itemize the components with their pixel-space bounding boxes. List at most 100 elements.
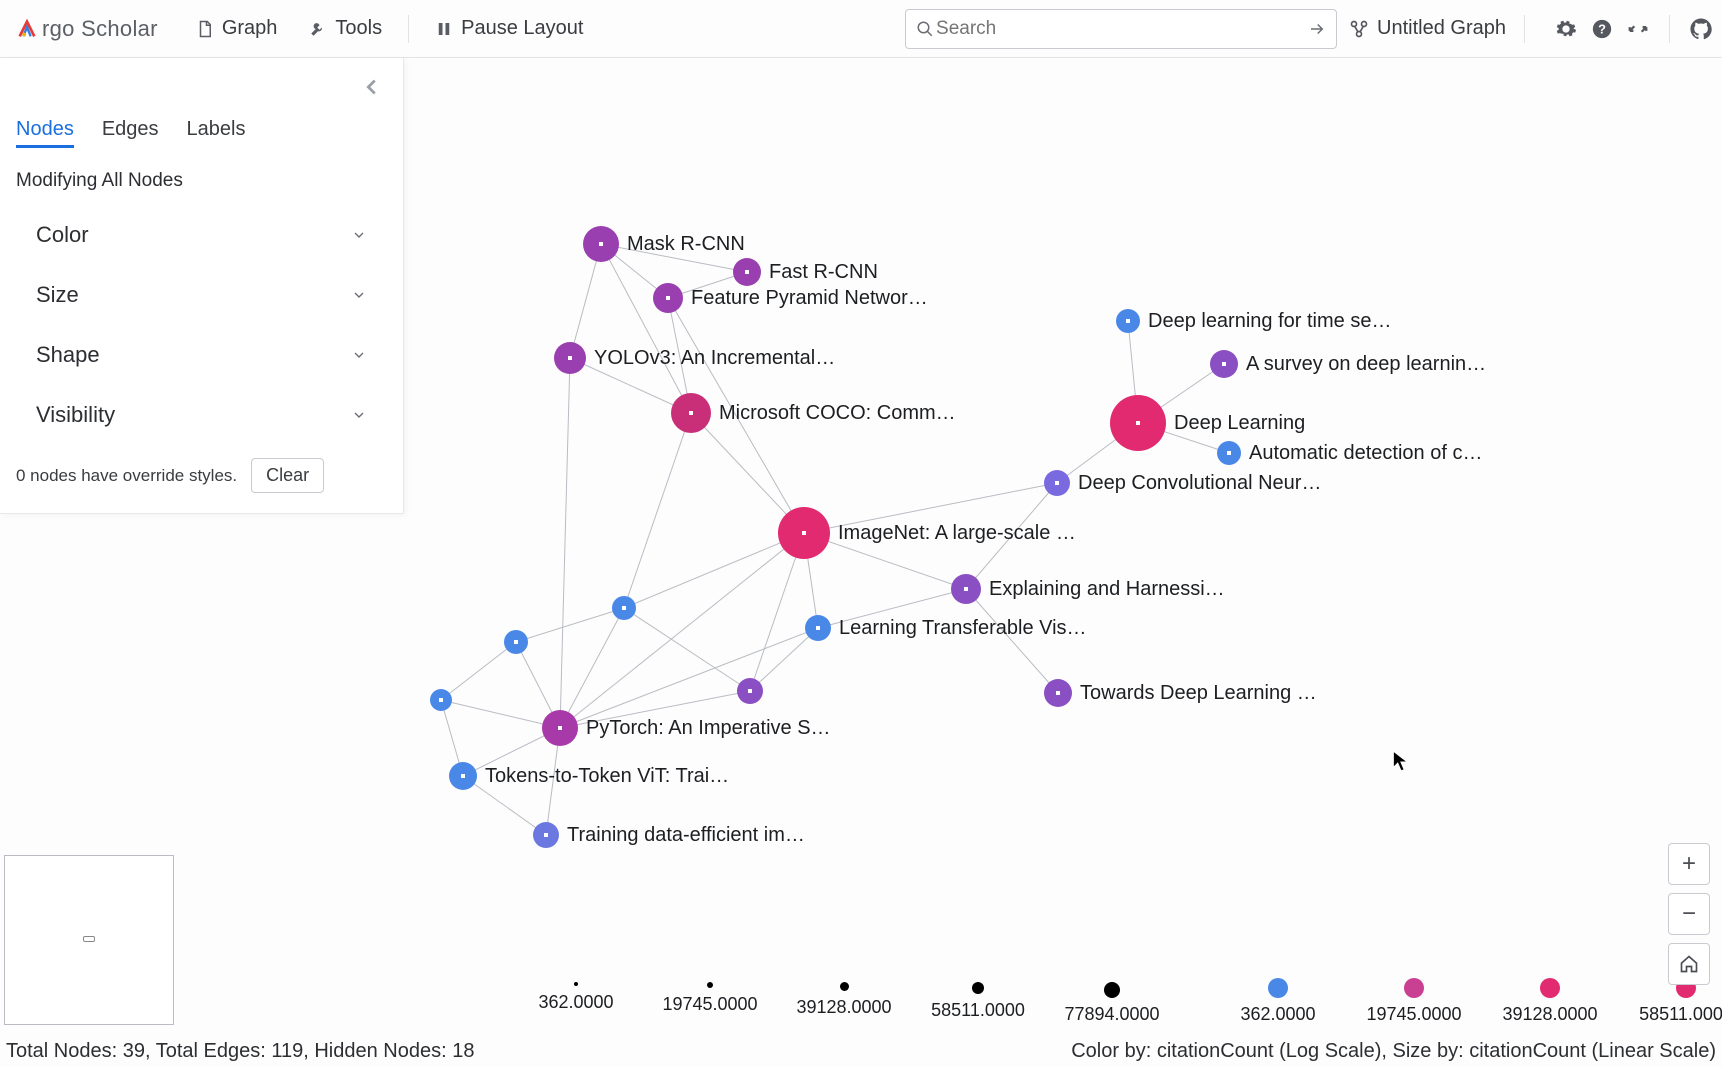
argo-logo-icon [16, 18, 38, 40]
node-label[interactable]: Deep Convolutional Neur… [1078, 472, 1321, 494]
node-center-icon [748, 689, 752, 693]
node-label[interactable]: A survey on deep learnin… [1246, 353, 1486, 375]
node-center-icon [964, 587, 968, 591]
separator [408, 15, 409, 43]
separator [1669, 15, 1670, 43]
size-legend-dot [707, 982, 713, 988]
collapse-panel-icon[interactable] [361, 76, 383, 98]
app-name: rgo Scholar [42, 16, 158, 42]
color-legend-item: 58511.0000 [1628, 978, 1722, 1025]
override-status: 0 nodes have override styles. [16, 466, 237, 486]
node-center-icon [544, 833, 548, 837]
color-legend-item: 39128.0000 [1492, 978, 1608, 1025]
node-center-icon [461, 774, 465, 778]
tab-nodes[interactable]: Nodes [16, 118, 74, 148]
node-center-icon [1136, 421, 1140, 425]
tools-menu-button[interactable]: Tools [297, 11, 394, 46]
graph-edge[interactable] [601, 244, 691, 413]
graph-edge[interactable] [560, 608, 624, 728]
pause-layout-button[interactable]: Pause Layout [423, 11, 595, 46]
node-center-icon [599, 242, 603, 246]
chevron-down-icon [351, 227, 367, 243]
node-label[interactable]: Training data-efficient im… [567, 824, 805, 846]
color-legend-dot [1404, 978, 1424, 998]
size-legend-item: 19745.0000 [654, 982, 766, 1025]
node-label[interactable]: Tokens-to-Token ViT: Trai… [485, 765, 729, 787]
zoom-home-button[interactable] [1668, 943, 1710, 985]
chevron-down-icon [351, 347, 367, 363]
node-label[interactable]: Fast R-CNN [769, 261, 878, 283]
node-label[interactable]: Mask R-CNN [627, 233, 745, 255]
zoom-controls: + − [1668, 843, 1710, 985]
color-legend-item: 19745.0000 [1356, 978, 1472, 1025]
gear-icon[interactable] [1555, 18, 1577, 40]
size-legend-item: 58511.0000 [922, 982, 1034, 1025]
node-center-icon [689, 411, 693, 415]
footer-left: Total Nodes: 39, Total Edges: 119, Hidde… [6, 1040, 474, 1063]
node-label[interactable]: ImageNet: A large-scale … [838, 522, 1076, 544]
graph-edge[interactable] [516, 608, 624, 642]
acc-size-label: Size [36, 282, 79, 308]
search-box[interactable] [905, 9, 1337, 49]
graph-edge[interactable] [624, 533, 804, 608]
node-label[interactable]: Deep Learning [1174, 412, 1305, 434]
graph-edge[interactable] [624, 413, 691, 608]
node-label[interactable]: YOLOv3: An Incremental… [594, 347, 835, 369]
graph-edge[interactable] [560, 628, 818, 728]
search-icon [916, 20, 934, 38]
size-legend-dot [840, 982, 849, 991]
header: rgo Scholar Graph Tools Pause Layout Unt… [0, 0, 1722, 58]
node-label[interactable]: Feature Pyramid Networ… [691, 287, 928, 309]
help-icon[interactable]: ? [1591, 18, 1613, 40]
size-legend-dot [574, 982, 578, 986]
acc-shape[interactable]: Shape [16, 330, 387, 390]
zoom-out-button[interactable]: − [1668, 893, 1710, 935]
search-input[interactable] [934, 17, 1308, 41]
color-legend-label: 362.0000 [1240, 1004, 1315, 1025]
color-legend-label: 58511.0000 [1639, 1004, 1722, 1025]
node-label[interactable]: Learning Transferable Vis… [839, 617, 1087, 639]
color-legend-label: 39128.0000 [1502, 1004, 1597, 1025]
github-icon[interactable] [1690, 18, 1712, 40]
acc-color[interactable]: Color [16, 210, 387, 270]
node-label[interactable]: Deep learning for time se… [1148, 310, 1391, 332]
minimap-viewport[interactable] [83, 936, 95, 942]
node-center-icon [622, 606, 626, 610]
size-legend-label: 362.0000 [538, 992, 613, 1013]
node-label[interactable]: PyTorch: An Imperative S… [586, 717, 831, 739]
acc-size[interactable]: Size [16, 270, 387, 330]
graph-title-button[interactable]: Untitled Graph [1349, 17, 1506, 40]
graph-edge[interactable] [966, 589, 1058, 693]
color-legend-label: 19745.0000 [1366, 1004, 1461, 1025]
graph-edge[interactable] [441, 642, 516, 700]
node-label[interactable]: Explaining and Harnessi… [989, 578, 1225, 600]
node-label[interactable]: Towards Deep Learning … [1080, 682, 1317, 704]
graph-edge[interactable] [560, 533, 804, 728]
tab-edges[interactable]: Edges [102, 118, 159, 148]
collapse-icon[interactable] [1627, 18, 1649, 40]
color-legend-item: 362.0000 [1220, 978, 1336, 1025]
home-icon [1679, 954, 1699, 974]
graph-edge[interactable] [441, 700, 560, 728]
node-label[interactable]: Microsoft COCO: Comm… [719, 402, 956, 424]
pause-layout-label: Pause Layout [461, 17, 583, 40]
node-center-icon [1055, 481, 1059, 485]
graph-edge[interactable] [560, 358, 570, 728]
graph-menu-button[interactable]: Graph [184, 11, 290, 46]
size-legend-label: 39128.0000 [796, 997, 891, 1018]
app-logo: rgo Scholar [16, 16, 158, 42]
graph-edge[interactable] [750, 628, 818, 691]
zoom-in-button[interactable]: + [1668, 843, 1710, 885]
node-label[interactable]: Automatic detection of c… [1249, 442, 1482, 464]
acc-visibility[interactable]: Visibility [16, 390, 387, 450]
pause-icon [435, 20, 453, 38]
tab-labels[interactable]: Labels [187, 118, 246, 148]
minimap[interactable] [4, 855, 174, 1025]
section-title: Modifying All Nodes [16, 170, 387, 192]
node-center-icon [1056, 691, 1060, 695]
tools-menu-label: Tools [335, 17, 382, 40]
node-center-icon [1227, 451, 1231, 455]
arrow-right-icon[interactable] [1308, 20, 1326, 38]
clear-button[interactable]: Clear [251, 458, 324, 493]
node-center-icon [816, 626, 820, 630]
